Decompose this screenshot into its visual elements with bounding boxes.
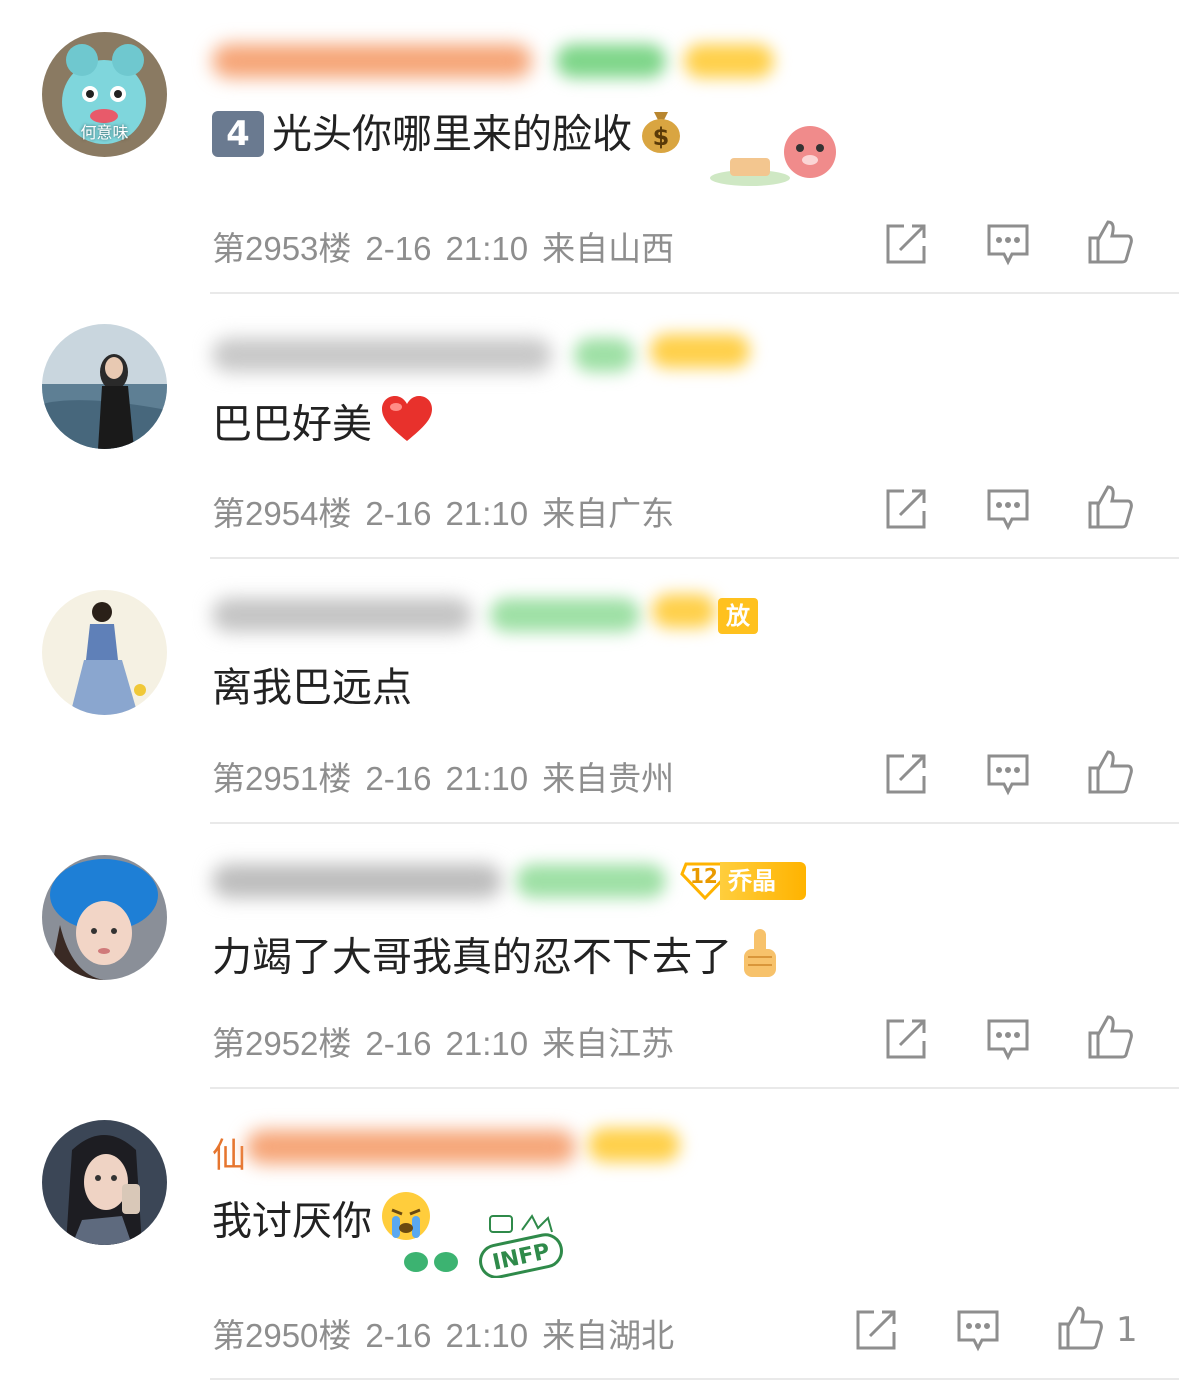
beaver-sticker-icon xyxy=(700,120,850,190)
vip-badge-blurred xyxy=(684,44,774,78)
floor-number: 第2951楼 xyxy=(212,760,352,797)
comment-location: 来自湖北 xyxy=(542,1317,675,1354)
like-icon[interactable] xyxy=(1086,748,1134,796)
avatar[interactable] xyxy=(42,1120,167,1245)
comment-text-body: 我讨厌你 xyxy=(212,1198,372,1245)
avatar[interactable] xyxy=(42,324,167,449)
fan-club-level: 12 xyxy=(690,864,718,888)
comment-time: 21:10 xyxy=(445,230,529,267)
reply-icon[interactable] xyxy=(984,1015,1032,1063)
comment-text-body: 光头你哪里来的脸收 xyxy=(272,111,632,158)
reply-icon[interactable] xyxy=(984,220,1032,268)
fan-club-badge: 12 乔晶晶 xyxy=(680,862,806,933)
comment-date: 2-16 xyxy=(365,230,432,267)
comment-meta: 第2950楼 2-16 21:10 来自湖北 xyxy=(212,1309,688,1357)
username-fragment[interactable]: 仙 xyxy=(212,1128,246,1177)
comment-text: 力竭了大哥我真的忍不下去了 xyxy=(212,925,780,994)
level-badge-blurred xyxy=(516,864,666,898)
avatar[interactable] xyxy=(42,855,167,980)
comment-time: 21:10 xyxy=(445,1317,529,1354)
comment-time: 21:10 xyxy=(445,760,529,797)
comment-location: 来自贵州 xyxy=(542,760,675,797)
reply-icon[interactable] xyxy=(954,1306,1002,1354)
comment-date: 2-16 xyxy=(365,1025,432,1062)
level-badge-blurred xyxy=(490,598,640,632)
avatar[interactable]: 何意味 xyxy=(42,32,167,157)
share-icon[interactable] xyxy=(882,485,930,533)
like-icon[interactable] xyxy=(1086,218,1134,266)
floor-number: 第2953楼 xyxy=(212,230,352,267)
rank-badge: 4 xyxy=(212,110,264,157)
username-blurred[interactable] xyxy=(212,864,502,898)
comment-text: 4 光头你哪里来的脸收 $ xyxy=(212,104,682,169)
comment-text: 离我巴远点 xyxy=(212,660,412,716)
share-icon[interactable] xyxy=(882,750,930,798)
comment-meta: 第2951楼 2-16 21:10 来自贵州 xyxy=(212,752,688,800)
floor-number: 第2950楼 xyxy=(212,1317,352,1354)
username-blurred[interactable] xyxy=(212,338,552,372)
comment-text: 我讨厌你 xyxy=(212,1190,432,1257)
comment-location: 来自江苏 xyxy=(542,1025,675,1062)
divider xyxy=(210,822,1179,824)
comment-location: 来自广东 xyxy=(542,495,675,532)
like-icon[interactable] xyxy=(1086,1013,1134,1061)
comment-meta: 第2954楼 2-16 21:10 来自广东 xyxy=(212,487,688,535)
share-icon[interactable] xyxy=(882,1015,930,1063)
divider xyxy=(210,1378,1179,1380)
fan-club-name: 乔晶晶 xyxy=(720,862,806,933)
level-badge-blurred xyxy=(556,44,666,78)
floor-number: 第2954楼 xyxy=(212,495,352,532)
vip-badge-blurred xyxy=(650,334,750,368)
comment-text: 巴巴好美 xyxy=(212,395,434,458)
level-badge-blurred xyxy=(574,338,634,372)
avatar[interactable] xyxy=(42,590,167,715)
comment-text-body: 巴巴好美 xyxy=(212,401,372,448)
username-blurred[interactable] xyxy=(212,44,532,78)
divider xyxy=(210,292,1179,294)
divider xyxy=(210,1087,1179,1089)
comment-date: 2-16 xyxy=(365,760,432,797)
like-icon[interactable] xyxy=(1086,483,1134,531)
svg-text:$: $ xyxy=(653,123,670,151)
vip-badge-blurred xyxy=(652,594,716,628)
fan-badge: 放 xyxy=(718,598,758,634)
comment-date: 2-16 xyxy=(365,1317,432,1354)
like-icon[interactable] xyxy=(1056,1304,1104,1352)
money-bag-icon: $ xyxy=(640,104,682,169)
share-icon[interactable] xyxy=(882,220,930,268)
infp-sticker-icon: INFP xyxy=(402,1212,570,1279)
divider xyxy=(210,557,1179,559)
vip-badge-blurred xyxy=(588,1128,680,1162)
avatar-caption: 何意味 xyxy=(80,123,129,142)
comment-meta: 第2952楼 2-16 21:10 来自江苏 xyxy=(212,1017,688,1065)
red-heart-icon xyxy=(380,395,434,458)
username-blurred[interactable] xyxy=(212,598,472,632)
comment-meta: 第2953楼 2-16 21:10 来自山西 xyxy=(212,222,688,270)
comment-text-body: 力竭了大哥我真的忍不下去了 xyxy=(212,934,732,981)
comment-text-body: 离我巴远点 xyxy=(212,665,412,711)
comment-time: 21:10 xyxy=(445,1025,529,1062)
comment-location: 来自山西 xyxy=(542,230,675,267)
comment-date: 2-16 xyxy=(365,495,432,532)
like-count: 1 xyxy=(1116,1310,1138,1350)
username-blurred[interactable] xyxy=(246,1130,576,1164)
reply-icon[interactable] xyxy=(984,485,1032,533)
comment-time: 21:10 xyxy=(445,495,529,532)
reply-icon[interactable] xyxy=(984,750,1032,798)
floor-number: 第2952楼 xyxy=(212,1025,352,1062)
share-icon[interactable] xyxy=(852,1306,900,1354)
thumbs-up-icon xyxy=(740,925,780,994)
